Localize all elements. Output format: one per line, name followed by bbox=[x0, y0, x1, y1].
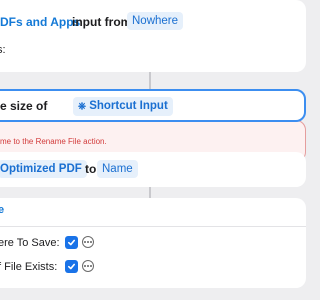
shortcut-input-token[interactable]: ⎈ Shortcut Input bbox=[73, 97, 173, 116]
option-if-file-exists-label: f File Exists: bbox=[0, 261, 58, 273]
more-options-icon[interactable] bbox=[82, 236, 94, 248]
checkmark-icon bbox=[67, 239, 76, 246]
option-where-to-save-label: ere To Save: bbox=[0, 237, 60, 249]
card-divider bbox=[0, 226, 306, 227]
if-file-exists-checkbox[interactable] bbox=[65, 260, 78, 273]
where-to-save-checkbox[interactable] bbox=[65, 236, 78, 249]
optimized-pdf-token[interactable]: Optimized PDF bbox=[0, 160, 87, 178]
action-card-4[interactable]: e ere To Save: f File Exists: bbox=[0, 198, 306, 288]
connector-1 bbox=[149, 72, 151, 90]
action-title-fragment: e bbox=[0, 204, 5, 216]
shortcut-input-icon: ⎈ bbox=[78, 101, 86, 112]
more-options-icon[interactable] bbox=[82, 260, 94, 272]
action-text-input-from: input from bbox=[72, 15, 132, 29]
action-card-3[interactable]: Optimized PDF to Name bbox=[0, 152, 306, 187]
action-text-size-of: e size of bbox=[0, 99, 48, 113]
name-token[interactable]: Name bbox=[97, 160, 138, 178]
error-message: me to the Rename File action. bbox=[0, 137, 107, 146]
action-text-to: to bbox=[85, 162, 97, 176]
action-card-2[interactable]: e size of ⎈ Shortcut Input bbox=[0, 89, 306, 122]
source-token[interactable]: Nowhere bbox=[127, 12, 184, 30]
action-second-line: s: bbox=[0, 44, 6, 56]
action-title: DFs and Apps bbox=[0, 15, 81, 29]
action-card-1[interactable]: DFs and Apps input from Nowhere s: bbox=[0, 0, 306, 72]
checkmark-icon bbox=[67, 263, 76, 270]
shortcut-input-label: Shortcut Input bbox=[89, 100, 168, 112]
